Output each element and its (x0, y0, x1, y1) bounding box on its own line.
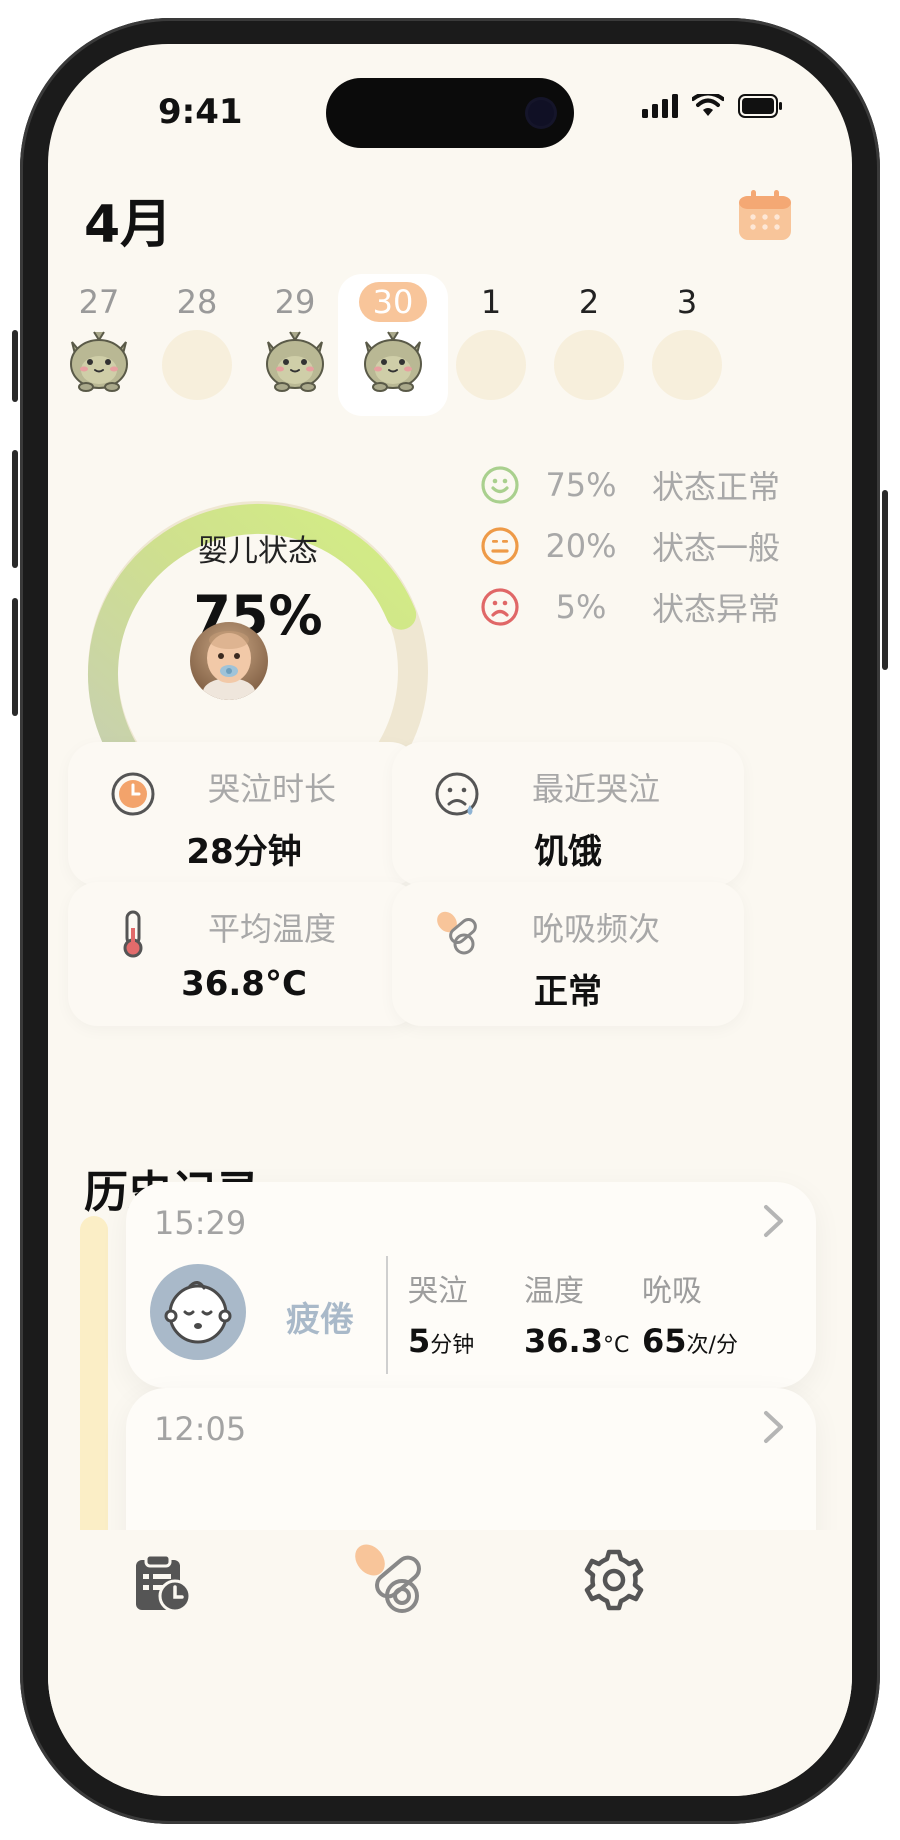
last-cry-card[interactable]: 最近哭泣 饥饿 (392, 742, 744, 886)
sad-face-icon (481, 588, 519, 626)
status-time: 9:41 (158, 92, 243, 132)
cry-value: 5 (408, 1322, 431, 1360)
day-number: 30 (338, 282, 448, 322)
card-title: 最近哭泣 (532, 770, 661, 808)
legend-percent: 75% (545, 466, 617, 504)
suck-label: 吮吸 (642, 1274, 702, 1309)
record-time: 12:05 (154, 1410, 247, 1448)
day-number: 1 (480, 283, 502, 321)
temp-metric: 36.3°C (524, 1322, 629, 1360)
temp-label: 温度 (524, 1274, 584, 1309)
chevron-right-icon[interactable] (762, 1410, 786, 1444)
month-title: 4月 (84, 195, 173, 255)
neutral-face-icon (481, 527, 519, 565)
thermometer-icon (123, 910, 143, 958)
card-value: 饥饿 (534, 832, 602, 872)
suck-value: 65 (642, 1322, 687, 1360)
legend-label: 状态一般 (652, 529, 781, 567)
avg-temp-card[interactable]: 平均温度 36.8°C (68, 882, 420, 1026)
card-title: 哭泣时长 (208, 770, 337, 808)
suck-metric: 65次/分 (642, 1322, 738, 1360)
card-title: 平均温度 (208, 910, 337, 948)
status-icons (642, 94, 784, 118)
app-screen: 9:41 4月 27 28 29 30 1 2 3 婴儿状态 75% 75% 状… (48, 44, 852, 1796)
day-item-30[interactable]: 30 (338, 274, 448, 416)
temp-value: 36.3 (524, 1322, 603, 1360)
clipboard-clock-icon (136, 1553, 192, 1613)
record-time: 15:29 (154, 1204, 247, 1242)
tab-settings[interactable] (582, 1548, 646, 1616)
dynamic-island (326, 78, 574, 148)
day-item-27[interactable]: 27 (48, 274, 154, 416)
legend-item: 20% 状态一般 (480, 523, 780, 569)
legend-item: 5% 状态异常 (480, 584, 780, 630)
smile-icon (481, 466, 519, 504)
clock-icon (111, 772, 155, 816)
chevron-right-icon[interactable] (762, 1204, 786, 1238)
cry-metric: 5分钟 (408, 1322, 474, 1360)
tab-history[interactable] (132, 1552, 194, 1618)
cry-unit: 分钟 (430, 1333, 475, 1358)
day-number: 27 (78, 283, 120, 321)
tab-pacifier[interactable] (350, 1542, 428, 1624)
suck-unit: 次/分 (686, 1333, 738, 1358)
cry-label: 哭泣 (408, 1274, 468, 1309)
temp-unit: °C (602, 1333, 630, 1358)
volume-up-button (12, 450, 18, 568)
gear-icon (584, 1549, 644, 1611)
calendar-icon[interactable] (738, 189, 792, 241)
day-number: 3 (676, 283, 698, 321)
pacifier-tab-icon (355, 1544, 421, 1613)
day-item-2[interactable]: 2 (534, 274, 644, 416)
day-number: 29 (274, 283, 316, 321)
monster-mood-icon (364, 331, 422, 392)
sleepy-baby-icon (150, 1264, 246, 1360)
card-value: 36.8°C (181, 964, 307, 1004)
legend-percent: 20% (545, 527, 617, 565)
record-state: 疲倦 (286, 1300, 354, 1340)
empty-mood-circle (554, 330, 624, 400)
power-button (882, 490, 888, 670)
baby-avatar[interactable] (190, 622, 268, 700)
timeline-bar (80, 1216, 108, 1536)
battery-icon (738, 94, 782, 118)
gauge-label: 婴儿状态 (198, 534, 318, 569)
day-item-1[interactable]: 1 (436, 274, 546, 416)
empty-mood-circle (456, 330, 526, 400)
volume-down-button (12, 598, 18, 716)
action-button (12, 330, 18, 402)
card-value: 正常 (534, 972, 602, 1012)
empty-mood-circle (652, 330, 722, 400)
suck-frequency-card[interactable]: 吮吸频次 正常 (392, 882, 744, 1026)
legend-label: 状态正常 (652, 468, 781, 506)
day-item-3[interactable]: 3 (632, 274, 742, 416)
day-number: 2 (578, 283, 600, 321)
day-number: 28 (176, 283, 218, 321)
pacifier-icon (437, 911, 477, 955)
day-item-28[interactable]: 28 (142, 274, 252, 416)
monster-mood-icon (70, 331, 128, 392)
tab-bar (48, 1530, 852, 1796)
front-camera (528, 100, 554, 126)
legend-item: 75% 状态正常 (480, 462, 780, 508)
day-item-29[interactable]: 29 (240, 274, 350, 416)
cry-duration-card[interactable]: 哭泣时长 28分钟 (68, 742, 420, 886)
empty-mood-circle (162, 330, 232, 400)
monster-mood-icon (266, 331, 324, 392)
legend-percent: 5% (555, 588, 607, 626)
record-divider (386, 1256, 388, 1374)
signal-icon (642, 94, 678, 118)
card-title: 吮吸频次 (532, 910, 661, 948)
crying-face-icon (435, 772, 479, 816)
wifi-icon (692, 94, 724, 116)
history-record[interactable]: 15:29 疲倦 哭泣 5分钟 温度 36.3°C 吮吸 65次/分 (126, 1182, 816, 1388)
card-value: 28分钟 (186, 832, 302, 872)
legend-label: 状态异常 (652, 590, 781, 628)
